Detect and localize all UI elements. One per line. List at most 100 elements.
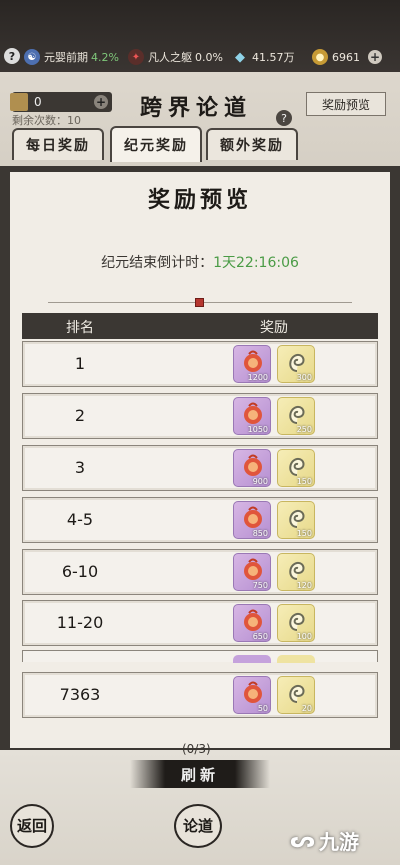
modal-title: 奖励预览 — [147, 187, 252, 213]
tab-extra-rewards[interactable]: 额外奖励 — [206, 128, 298, 160]
rank-cell: 1 — [74, 354, 86, 373]
reward-item-spiral-shell[interactable]: 20 — [277, 676, 315, 714]
fire-fruit-icon — [244, 558, 262, 580]
body-icon: ✦ — [128, 49, 144, 65]
reward-quantity: 1050 — [247, 425, 268, 434]
counter-value: 0 — [34, 95, 42, 109]
reward-item-fire-fruit[interactable]: 50 — [233, 676, 271, 714]
site-watermark: ᔕ 九游 — [290, 826, 359, 855]
reward-item-fire-fruit[interactable]: 1050 — [233, 397, 271, 435]
reward-quantity: 300 — [296, 373, 312, 382]
attempt-counter: 0 + — [10, 92, 112, 112]
spirit-stone-stat[interactable]: ◆ 41.57万 — [232, 48, 295, 66]
help-icon[interactable]: ? — [4, 48, 20, 64]
fire-fruit-icon — [244, 506, 262, 528]
realm-icon: ☯ — [24, 49, 40, 65]
divider-gem-icon — [195, 298, 204, 307]
body-stat[interactable]: ✦ 凡人之躯 0.0% — [128, 48, 223, 66]
reward-quantity: 150 — [296, 477, 312, 486]
watermark-text: 九游 — [319, 830, 359, 854]
list-scroll-peek — [22, 650, 378, 663]
realm-percent: 4.2% — [91, 50, 119, 64]
counter-add-button[interactable]: + — [94, 95, 108, 109]
rank-cell: 4-5 — [66, 510, 94, 529]
countdown-label: 纪元结束倒计时： — [101, 255, 214, 271]
era-countdown: 纪元结束倒计时：1天22:16:06 — [0, 252, 400, 272]
spiral-shell-icon — [289, 561, 305, 580]
fire-fruit-icon — [244, 402, 262, 424]
fire-fruit-icon — [244, 681, 262, 703]
fire-fruit-icon — [244, 350, 262, 372]
spirit-stone-value: 41.57万 — [252, 51, 295, 64]
realm-stat[interactable]: ☯ 元婴前期 4.2% — [24, 48, 119, 66]
reward-item-spiral-shell[interactable]: 150 — [277, 449, 315, 487]
gold-coin-icon: ● — [312, 49, 328, 65]
currency-value: 6961 — [332, 50, 360, 64]
reward-quantity: 650 — [252, 632, 268, 641]
reward-item-spiral-shell[interactable]: 300 — [277, 345, 315, 383]
countdown-time: 1天22:16:06 — [213, 255, 299, 271]
reward-quantity: 750 — [252, 581, 268, 590]
reward-quantity: 100 — [296, 632, 312, 641]
reward-quantity: 120 — [296, 581, 312, 590]
reward-item-spiral-shell[interactable]: 120 — [277, 553, 315, 591]
rank-cell: 11-20 — [56, 613, 104, 632]
reward-quantity: 20 — [301, 704, 312, 713]
reward-item-fire-fruit[interactable]: 750 — [233, 553, 271, 591]
reward-item-fire-fruit[interactable]: 1200 — [233, 345, 271, 383]
fire-fruit-icon — [233, 655, 271, 663]
reward-item-spiral-shell[interactable]: 150 — [277, 501, 315, 539]
refresh-button[interactable]: 刷新 — [130, 760, 270, 788]
fire-fruit-icon — [244, 609, 262, 631]
reward-quantity: 1200 — [247, 373, 268, 382]
table-row: 6-10 750 120 — [22, 549, 378, 595]
reward-quantity: 900 — [252, 477, 268, 486]
title-help-icon[interactable]: ? — [276, 110, 292, 126]
reward-preview-button[interactable]: 奖励预览 — [306, 92, 386, 116]
table-row: 4-5 850 150 — [22, 497, 378, 543]
spiral-shell-icon — [289, 353, 305, 372]
reward-quantity: 50 — [257, 704, 268, 713]
token-icon — [10, 93, 28, 111]
remaining-attempts: 剩余次数：10 — [12, 114, 81, 127]
table-row: 2 1050 250 — [22, 393, 378, 439]
table-row: 3 900 150 — [22, 445, 378, 491]
fire-fruit-icon — [244, 454, 262, 476]
status-bar: ? ☯ 元婴前期 4.2% ✦ 凡人之躯 0.0% ◆ 41.57万 ● 696… — [0, 0, 400, 72]
spirit-stone-icon: ◆ — [235, 49, 245, 65]
back-button[interactable]: 返回 — [10, 804, 54, 848]
spiral-shell-icon — [289, 457, 305, 476]
column-header-reward: 奖励 — [260, 320, 288, 336]
reward-quantity: 250 — [296, 425, 312, 434]
debate-button[interactable]: 论道 — [174, 804, 222, 848]
currency-stat[interactable]: ● 6961 + — [312, 48, 382, 66]
currency-add-button[interactable]: + — [368, 50, 382, 64]
reward-quantity: 150 — [296, 529, 312, 538]
refresh-progress: (0/3) — [182, 742, 211, 756]
body-percent: 0.0% — [195, 50, 223, 64]
reward-item-fire-fruit[interactable]: 900 — [233, 449, 271, 487]
reward-item-fire-fruit[interactable]: 850 — [233, 501, 271, 539]
realm-label: 元婴前期 — [44, 51, 88, 64]
rank-cell: 6-10 — [61, 562, 99, 581]
table-header: 排名 奖励 — [22, 313, 378, 339]
spiral-shell-icon — [277, 655, 315, 663]
column-header-rank: 排名 — [66, 320, 94, 336]
spiral-shell-icon — [289, 612, 305, 631]
reward-item-spiral-shell[interactable]: 250 — [277, 397, 315, 435]
self-rank-row: 7363 50 20 — [22, 672, 378, 718]
reward-quantity: 850 — [252, 529, 268, 538]
spiral-shell-icon — [289, 509, 305, 528]
rank-cell: 7363 — [59, 685, 101, 704]
reward-item-spiral-shell[interactable]: 100 — [277, 604, 315, 642]
spiral-shell-icon — [289, 405, 305, 424]
tab-daily-rewards[interactable]: 每日奖励 — [12, 128, 104, 160]
table-row: 11-20 650 100 — [22, 600, 378, 646]
watermark-logo-icon: ᔕ — [290, 828, 315, 853]
page-title: 跨界论道 — [140, 95, 253, 121]
spiral-shell-icon — [289, 684, 305, 703]
rank-cell: 3 — [74, 458, 86, 477]
reward-item-fire-fruit[interactable]: 650 — [233, 604, 271, 642]
tab-era-rewards[interactable]: 纪元奖励 — [110, 126, 202, 162]
body-label: 凡人之躯 — [148, 51, 192, 64]
